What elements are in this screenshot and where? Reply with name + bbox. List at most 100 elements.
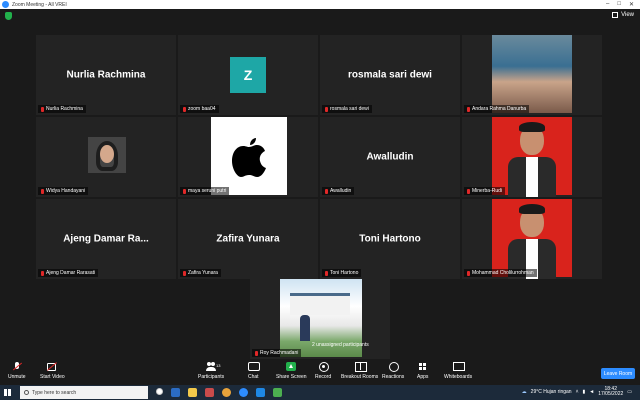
window-titlebar: Zoom Meeting - All VREI – □ ✕: [0, 0, 640, 9]
chrome-icon[interactable]: [222, 388, 231, 397]
participant-label-text: Ajeng Damar Rarasati: [46, 270, 96, 276]
participant-profile-photo: [492, 199, 572, 279]
participant-tile[interactable]: rosmala sari dewi rosmala sari dewi: [320, 35, 460, 115]
record-button[interactable]: Record: [315, 362, 331, 380]
participant-tile[interactable]: maya seruni putri: [178, 117, 318, 197]
network-icon[interactable]: ▮: [583, 389, 586, 395]
whiteboards-button[interactable]: Whiteboards: [444, 362, 472, 380]
notification-icon[interactable]: ▭: [627, 389, 632, 395]
unassigned-participants-notice[interactable]: 2 unassigned participants: [312, 342, 369, 348]
mic-muted-icon: [183, 106, 186, 112]
mic-muted-icon: [467, 270, 470, 276]
participant-display-name: Ajeng Damar Ra...: [63, 233, 149, 245]
system-tray: ☁ 29°C Hujan ringan ˄ ▮ ◄ 18:42 17/05/20…: [522, 387, 632, 397]
mic-muted-icon: [183, 270, 186, 276]
participants-count: 13: [216, 363, 221, 368]
volume-icon[interactable]: ◄: [589, 389, 594, 395]
avatar: Z: [230, 57, 266, 93]
participant-display-name: Toni Hartono: [359, 233, 421, 245]
windows-start-icon[interactable]: [4, 389, 11, 396]
participant-profile-photo: [492, 117, 572, 197]
window-controls: – □ ✕: [606, 1, 634, 8]
toolbar-start-video: Start Video: [40, 374, 65, 380]
search-icon: [24, 390, 29, 395]
participant-tile[interactable]: Z zoom baa04: [178, 35, 318, 115]
breakout-rooms-button[interactable]: Breakout Rooms: [341, 362, 378, 380]
edge-icon[interactable]: [171, 388, 180, 397]
participant-label-text: Roy Rachmadani: [260, 350, 299, 356]
chat-icon: [248, 362, 261, 371]
roof: [290, 293, 350, 315]
hair: [519, 204, 545, 214]
apps-icon: [418, 362, 428, 371]
video-off-icon: [47, 362, 57, 371]
taskbar-clock[interactable]: 18:42 17/05/2022: [598, 387, 623, 397]
participant-label: Minerba-Rudi: [464, 187, 506, 195]
participant-label: Zafira Yunara: [180, 269, 221, 277]
zoom-taskbar-icon[interactable]: [239, 388, 248, 397]
security-shield-icon[interactable]: [5, 12, 12, 20]
participant-video: [492, 35, 572, 113]
participants-icon: [206, 362, 217, 371]
mic-muted-icon: [325, 106, 328, 112]
participant-tile[interactable]: Minerba-Rudi: [462, 117, 602, 197]
participant-tile[interactable]: Toni Hartono Toni Hartono: [320, 199, 460, 279]
participant-label: Ajeng Damar Rarasati: [38, 269, 99, 277]
video-grid: Nurlia Rachmina Nurlia Rachmina Z zoom b…: [0, 25, 640, 360]
participant-tile[interactable]: Mohammad Cholilurrohman: [462, 199, 602, 279]
toolbar-participants: Participants: [198, 374, 225, 380]
participant-label: Roy Rachmadani: [252, 349, 302, 357]
weather-text[interactable]: 29°C Hujan ringan: [531, 389, 572, 395]
participant-tile[interactable]: Andara Rahma Danurba: [462, 35, 602, 115]
participant-label: zoom baa04: [180, 105, 219, 113]
share-screen-button[interactable]: Share Screen: [276, 362, 307, 380]
unmute-button[interactable]: Unmute: [8, 362, 26, 380]
shirt: [526, 157, 538, 197]
toolbar-share-screen: Share Screen: [276, 374, 307, 380]
participant-label: rosmala sari dewi: [322, 105, 372, 113]
mail-icon[interactable]: [205, 388, 214, 397]
participant-tile[interactable]: Awalludin Awalludin: [320, 117, 460, 197]
task-view-icon[interactable]: [156, 388, 163, 395]
participant-display-name: Nurlia Rachmina: [66, 69, 146, 81]
leave-room-button[interactable]: Leave Room: [601, 368, 635, 379]
view-button[interactable]: View: [612, 12, 634, 18]
mic-muted-icon: [183, 188, 186, 194]
participant-tile[interactable]: Nurlia Rachmina Nurlia Rachmina: [36, 35, 176, 115]
person: [300, 315, 310, 341]
participant-tile[interactable]: Ajeng Damar Ra... Ajeng Damar Rarasati: [36, 199, 176, 279]
taskbar-date: 17/05/2022: [598, 391, 624, 397]
mic-muted-icon: [41, 270, 44, 276]
toolbar-breakout-rooms: Breakout Rooms: [341, 374, 379, 380]
app-icon[interactable]: [256, 388, 265, 397]
app-icon[interactable]: [273, 388, 282, 397]
participant-label: Andara Rahma Danurba: [464, 105, 530, 113]
participant-label-text: Andara Rahma Danurba: [472, 106, 527, 112]
participant-profile-photo: [88, 137, 126, 173]
maximize-icon[interactable]: □: [617, 1, 621, 8]
participant-label-text: maya seruni putri: [188, 188, 227, 194]
chevron-up-icon[interactable]: ˄: [576, 389, 579, 395]
taskbar-search-box[interactable]: Type here to search: [20, 386, 148, 399]
mic-muted-icon: [41, 106, 44, 112]
weather-icon[interactable]: ☁: [522, 389, 527, 395]
participant-tile[interactable]: Widya Handayani: [36, 117, 176, 197]
reactions-button[interactable]: Reactions: [382, 362, 404, 380]
minimize-icon[interactable]: –: [606, 1, 609, 8]
apps-button[interactable]: Apps: [417, 362, 428, 380]
participant-display-name: rosmala sari dewi: [348, 69, 432, 81]
participant-tile[interactable]: Zafira Yunara Zafira Yunara: [178, 199, 318, 279]
chat-button[interactable]: Chat: [248, 362, 261, 380]
mic-muted-icon: [325, 270, 328, 276]
file-explorer-icon[interactable]: [188, 388, 197, 397]
start-video-button[interactable]: Start Video: [40, 362, 65, 380]
reactions-icon: [388, 362, 400, 372]
toolbar-chat: Chat: [248, 374, 259, 380]
meeting-topbar: View: [0, 9, 640, 25]
toolbar-whiteboards: Whiteboards: [444, 374, 473, 380]
face: [100, 145, 114, 163]
hair: [519, 122, 545, 132]
participant-label: Widya Handayani: [38, 187, 89, 195]
close-icon[interactable]: ✕: [629, 1, 634, 8]
participant-label-text: Nurlia Rachmina: [46, 106, 83, 112]
